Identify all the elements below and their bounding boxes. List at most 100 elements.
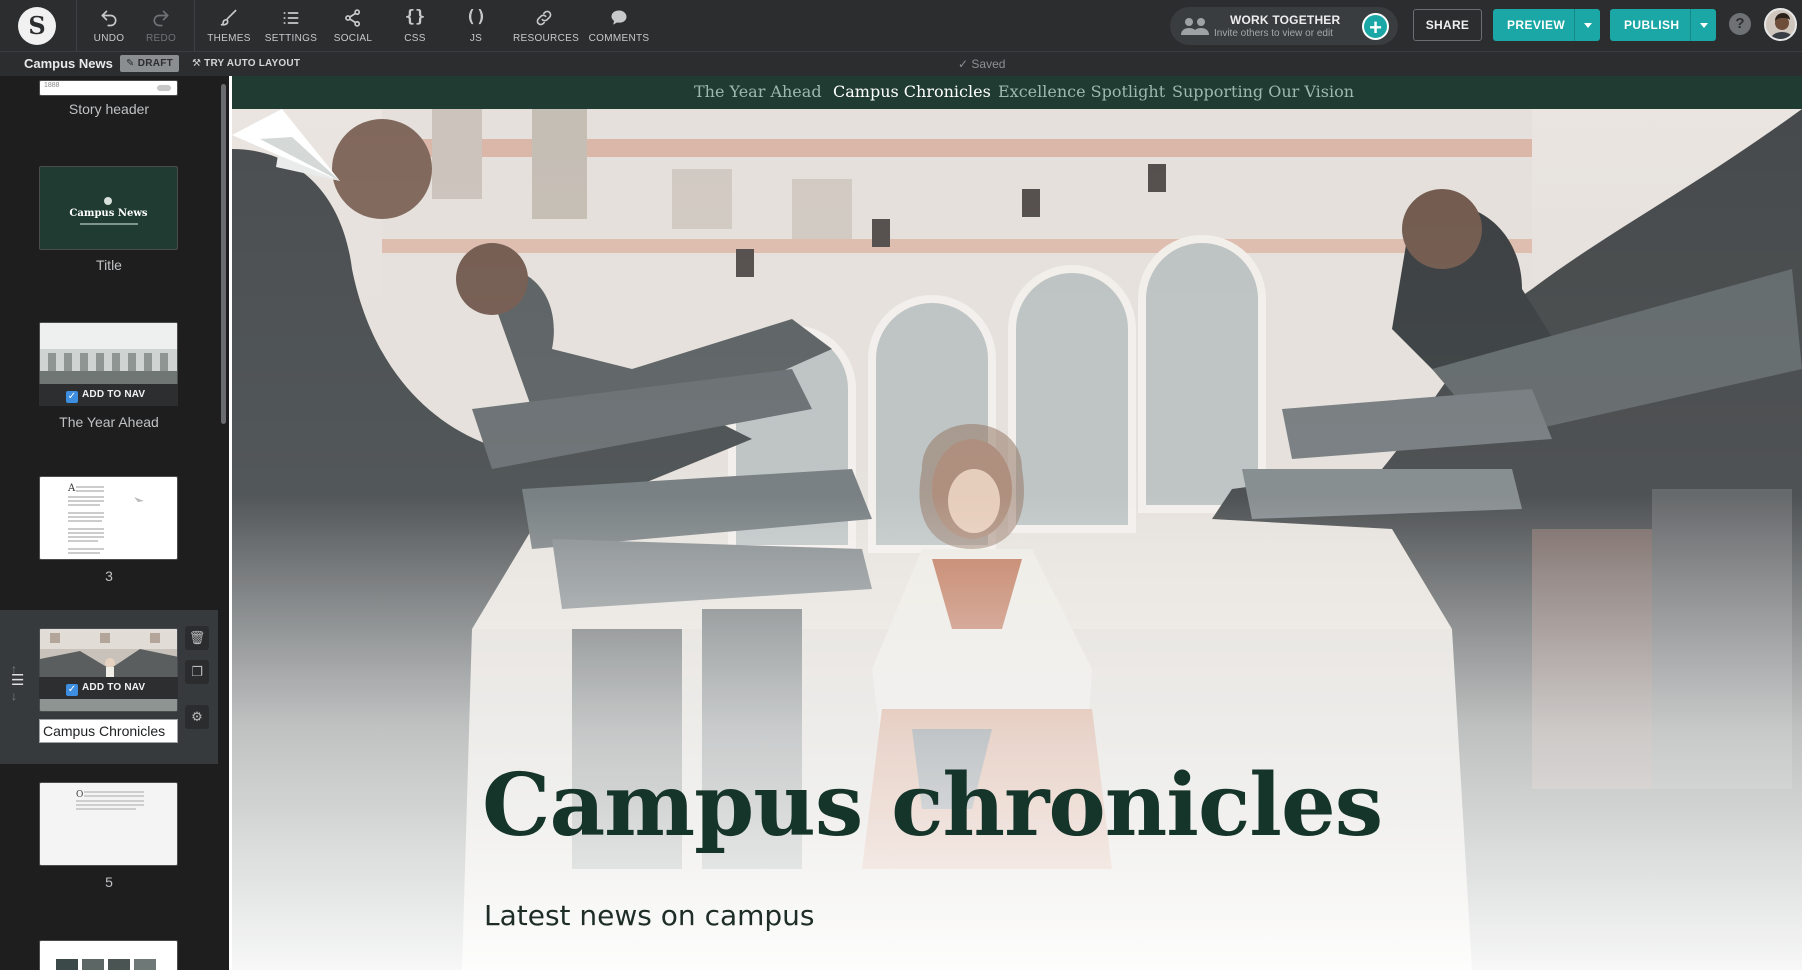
user-avatar-image: [1766, 10, 1795, 39]
help-icon[interactable]: ?: [1729, 13, 1751, 35]
share-button[interactable]: SHARE: [1413, 9, 1482, 41]
publish-dropdown-caret-icon[interactable]: [1690, 9, 1716, 41]
checkbox-checked-icon: ✓: [66, 684, 78, 696]
parentheses-icon: (): [465, 7, 487, 27]
drag-handle-icon[interactable]: ☰: [11, 673, 24, 688]
resources-button[interactable]: RESOURCES: [513, 6, 580, 46]
building-thumbnail-image: [40, 323, 177, 385]
slide-thumbnail[interactable]: [39, 628, 178, 712]
draft-label: DRAFT: [137, 58, 174, 69]
hero-subtitle[interactable]: Latest news on campus: [484, 899, 815, 932]
work-together-subtitle: Invite others to view or edit: [1214, 28, 1333, 39]
svg-text:O: O: [76, 790, 83, 800]
user-avatar[interactable]: [1764, 8, 1797, 41]
nav-link-the-year-ahead[interactable]: The Year Ahead: [694, 82, 822, 101]
add-to-nav-label: ADD TO NAV: [82, 682, 146, 693]
slide-item-the-year-ahead[interactable]: ✓ ADD TO NAV The Year Ahead: [0, 322, 218, 432]
slide-thumbnail[interactable]: A: [39, 476, 178, 560]
brush-icon: [220, 9, 237, 26]
paper-plane-icon: [232, 109, 340, 181]
nav-link-campus-chronicles[interactable]: Campus Chronicles: [833, 82, 991, 101]
hero-title[interactable]: Campus chronicles: [482, 755, 1383, 856]
title-thumb-subline: [80, 223, 138, 225]
people-icon: [1181, 18, 1209, 35]
checkbox-checked-icon: ✓: [66, 391, 78, 403]
publish-split-button: PUBLISH: [1610, 9, 1716, 41]
story-navigation-bar: The Year Ahead Campus Chronicles Excelle…: [232, 76, 1802, 109]
add-to-nav-checkbox[interactable]: ✓ ADD TO NAV: [39, 677, 178, 699]
css-label: CSS: [404, 33, 426, 44]
nav-link-excellence-spotlight[interactable]: Excellence Spotlight: [998, 82, 1165, 101]
saved-label: Saved: [971, 57, 1006, 71]
hero-section[interactable]: Campus chronicles Latest news on campus: [232, 109, 1802, 970]
publish-button[interactable]: PUBLISH: [1610, 9, 1679, 41]
story-status-bar: Campus News ✎ DRAFT ⚒ TRY AUTO LAYOUT ✓ S…: [0, 52, 1802, 76]
logo-mark-icon: [104, 197, 112, 205]
comments-button[interactable]: COMMENTS: [588, 6, 650, 46]
slide-item-story-header[interactable]: 1888 Story header: [0, 76, 218, 136]
slide-thumbnail[interactable]: Campus News: [39, 166, 178, 250]
slide-item-5[interactable]: O 5: [0, 782, 218, 892]
sidebar-scrollbar-thumb[interactable]: [221, 84, 226, 424]
social-label: SOCIAL: [333, 33, 373, 44]
slide-caption: Title: [96, 257, 122, 273]
slide-thumbnail[interactable]: 1888: [39, 80, 178, 96]
nav-link-supporting-our-vision[interactable]: Supporting Our Vision: [1172, 82, 1354, 101]
move-down-arrow-icon[interactable]: ↓: [11, 689, 17, 703]
gallery-thumbnail-image: [56, 959, 156, 970]
braces-icon: {}: [404, 7, 426, 27]
try-auto-layout-button[interactable]: ⚒ TRY AUTO LAYOUT: [192, 58, 300, 69]
slide-caption: The Year Ahead: [59, 414, 159, 430]
invite-plus-button[interactable]: +: [1362, 13, 1389, 40]
css-button[interactable]: {} CSS: [384, 6, 446, 46]
preview-button[interactable]: PREVIEW: [1493, 9, 1565, 41]
list-icon: [283, 12, 299, 24]
speech-bubble-icon: [611, 10, 627, 25]
slide-item-3[interactable]: A 3: [0, 476, 218, 586]
text-page-thumbnail-image: A: [67, 483, 144, 554]
story-name[interactable]: Campus News: [24, 56, 113, 71]
redo-icon: [153, 10, 169, 27]
preview-split-button: PREVIEW: [1493, 9, 1600, 41]
link-icon: [536, 10, 552, 26]
add-to-nav-checkbox[interactable]: ✓ ADD TO NAV: [39, 384, 178, 406]
work-together-title: WORK TOGETHER: [1230, 13, 1341, 27]
resources-label: RESOURCES: [513, 33, 580, 44]
check-icon: ✓: [958, 57, 972, 71]
redo-label: REDO: [145, 33, 177, 44]
js-label: JS: [469, 33, 483, 44]
auto-layout-label: TRY AUTO LAYOUT: [204, 58, 301, 69]
slide-caption: Story header: [68, 101, 150, 117]
saved-status: ✓ Saved: [958, 57, 1005, 71]
app-logo[interactable]: S: [18, 7, 56, 45]
slide-item-title[interactable]: Campus News Title: [0, 166, 218, 273]
duplicate-slide-icon[interactable]: ❐: [185, 660, 209, 684]
header-thumb-text: 1888: [44, 82, 60, 89]
work-together-panel[interactable]: WORK TOGETHER Invite others to view or e…: [1170, 7, 1398, 45]
slide-thumbnail[interactable]: [39, 940, 178, 970]
comments-label: COMMENTS: [588, 33, 650, 44]
title-thumb-text: Campus News: [69, 208, 148, 219]
draft-badge: ✎ DRAFT: [120, 55, 180, 72]
pencil-icon: ✎: [126, 58, 135, 69]
toolbar-divider: [194, 0, 195, 52]
settings-button[interactable]: SETTINGS: [260, 6, 322, 46]
redo-button[interactable]: REDO: [130, 6, 192, 46]
slide-sidebar: 1888 Story header Campus News Title ✓ AD…: [0, 76, 218, 970]
themes-button[interactable]: THEMES: [198, 6, 260, 46]
add-to-nav-label: ADD TO NAV: [82, 389, 146, 400]
slide-settings-gear-icon[interactable]: ⚙: [185, 705, 209, 729]
toolbar-divider: [76, 0, 77, 52]
themes-label: THEMES: [207, 33, 251, 44]
preview-dropdown-caret-icon[interactable]: [1574, 9, 1600, 41]
slide-name-input[interactable]: [39, 719, 178, 743]
slide-item-6[interactable]: [0, 940, 218, 970]
slide-thumbnail[interactable]: O: [39, 782, 178, 866]
js-button[interactable]: () JS: [445, 6, 507, 46]
delete-slide-trash-icon[interactable]: 🗑: [185, 626, 209, 650]
share-nodes-icon: [345, 9, 361, 27]
social-button[interactable]: SOCIAL: [322, 6, 384, 46]
header-thumb-toggle: [157, 85, 171, 91]
magic-wand-icon: ⚒: [192, 58, 205, 69]
settings-label: SETTINGS: [264, 33, 318, 44]
